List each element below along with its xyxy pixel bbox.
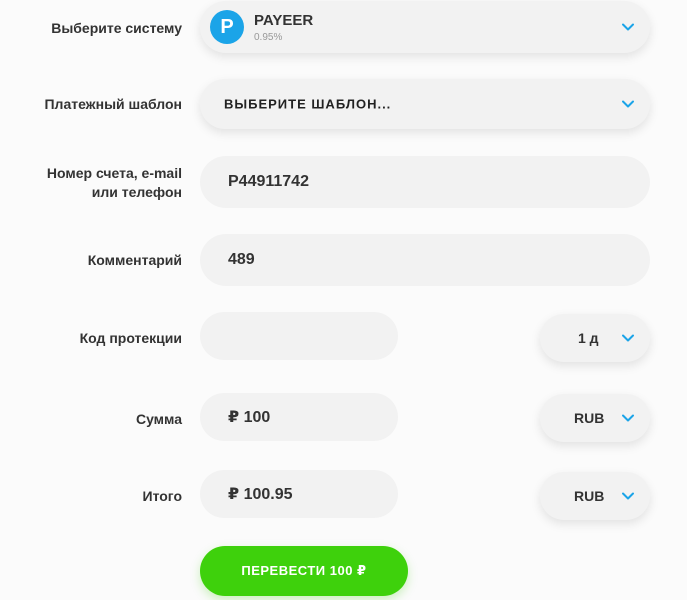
total-value: ₽ 100.95 bbox=[228, 486, 293, 503]
protection-code-input[interactable] bbox=[200, 312, 398, 360]
comment-label: Комментарий bbox=[87, 252, 182, 268]
account-input[interactable]: P44911742 bbox=[200, 156, 650, 208]
amount-currency-value: RUB bbox=[574, 410, 605, 426]
comment-value: 489 bbox=[228, 251, 255, 268]
account-label: Номер счета, e-mail или телефон bbox=[47, 164, 182, 202]
comment-input[interactable]: 489 bbox=[200, 234, 650, 286]
template-label: Платежный шаблон bbox=[44, 96, 182, 112]
system-select[interactable]: P PAYEER 0.95% bbox=[200, 1, 650, 53]
chevron-down-icon bbox=[622, 23, 634, 31]
total-currency-select[interactable]: RUB bbox=[540, 472, 650, 520]
account-label-line1: Номер счета, e-mail bbox=[46, 165, 182, 181]
chevron-down-icon bbox=[622, 100, 634, 108]
amount-value: ₽ 100 bbox=[228, 409, 271, 426]
payeer-logo: P bbox=[210, 10, 244, 44]
chevron-down-icon bbox=[622, 492, 634, 500]
total-label: Итого bbox=[142, 488, 182, 504]
protection-label: Код протекции bbox=[79, 330, 182, 346]
chevron-down-icon bbox=[622, 334, 634, 342]
system-fee: 0.95% bbox=[254, 32, 283, 43]
system-label: Выберите систему bbox=[51, 20, 182, 36]
protection-period-select[interactable]: 1 д bbox=[540, 314, 650, 362]
total-input: ₽ 100.95 bbox=[200, 470, 398, 518]
account-label-line2: или телефон bbox=[91, 184, 182, 200]
protection-period-value: 1 д bbox=[578, 330, 599, 346]
template-value: ВЫБЕРИТЕ ШАБЛОН... bbox=[224, 96, 392, 112]
account-value: P44911742 bbox=[228, 173, 309, 190]
transfer-button[interactable]: ПЕРЕВЕСТИ 100 ₽ bbox=[200, 546, 408, 596]
template-select[interactable]: ВЫБЕРИТЕ ШАБЛОН... bbox=[200, 79, 650, 129]
amount-input[interactable]: ₽ 100 bbox=[200, 393, 398, 441]
amount-label: Сумма bbox=[135, 411, 182, 427]
system-name: PAYEER bbox=[254, 12, 314, 29]
chevron-down-icon bbox=[622, 414, 634, 422]
amount-currency-select[interactable]: RUB bbox=[540, 394, 650, 442]
total-currency-value: RUB bbox=[574, 488, 605, 504]
